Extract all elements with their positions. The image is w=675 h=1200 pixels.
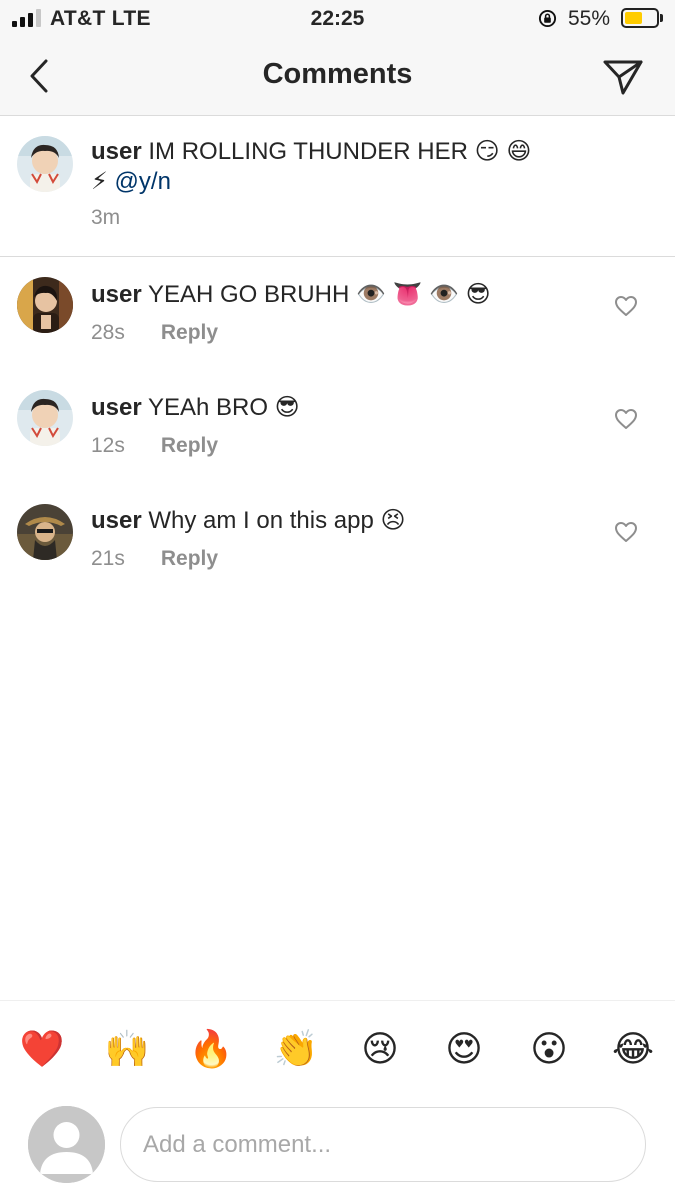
avatar[interactable] — [17, 504, 73, 560]
comment-item: user Why am I on this app 😣 21s Reply — [0, 483, 675, 596]
like-heart-icon[interactable] — [614, 521, 638, 543]
comment-text: user Why am I on this app 😣 — [91, 506, 601, 536]
emoji-surprised-button[interactable]: 😮 — [526, 1027, 572, 1073]
mention-link[interactable]: @y/n — [115, 168, 171, 195]
emoji-heart-button[interactable]: ❤️ — [19, 1027, 65, 1073]
comment-meta: 12s Reply — [91, 434, 218, 458]
username[interactable]: user — [91, 138, 142, 165]
emoji-crying-button[interactable]: 😢 — [357, 1027, 403, 1073]
like-heart-icon[interactable] — [614, 408, 638, 430]
comment-meta: 28s Reply — [91, 321, 218, 345]
lightning-emoji: ⚡ — [91, 168, 115, 195]
battery-icon — [621, 8, 659, 28]
comment-text: user YEAh BRO 😎 — [91, 393, 601, 423]
emoji-fire-button[interactable]: 🔥 — [188, 1027, 234, 1073]
page-title: Comments — [262, 58, 413, 90]
battery-percentage: 55% — [568, 7, 611, 30]
username[interactable]: user — [91, 281, 142, 308]
username[interactable]: user — [91, 507, 142, 534]
emoji-reaction-bar: ❤️ 🙌 🔥 👏 😢 😍 😮 😂 — [0, 1000, 675, 1090]
send-button[interactable] — [600, 53, 646, 99]
comment-meta: 21s Reply — [91, 547, 218, 571]
timestamp: 21s — [91, 547, 125, 570]
reply-button[interactable]: Reply — [161, 434, 218, 457]
timestamp: 28s — [91, 321, 125, 344]
caption-text: user IM ROLLING THUNDER HER 😏 😄 ⚡ @y/n — [91, 137, 611, 197]
status-bar: AT&T LTE 22:25 55% — [0, 0, 675, 38]
timestamp: 3m — [91, 206, 121, 229]
reply-button[interactable]: Reply — [161, 547, 218, 570]
timestamp: 12s — [91, 434, 125, 457]
emoji-clapping-button[interactable]: 👏 — [273, 1027, 319, 1073]
caption-line-1: IM ROLLING THUNDER HER 😏 😄 — [141, 138, 532, 165]
comment-body: YEAh BRO 😎 — [141, 394, 300, 421]
add-comment-input[interactable] — [120, 1107, 646, 1182]
reply-button[interactable]: Reply — [161, 321, 218, 344]
username[interactable]: user — [91, 394, 142, 421]
avatar[interactable] — [17, 136, 73, 192]
comment-body: YEAH GO BRUHH 👁️ 👅 👁️ 😎 — [141, 281, 491, 308]
avatar[interactable] — [17, 390, 73, 446]
caption: user IM ROLLING THUNDER HER 😏 😄 ⚡ @y/n 3… — [0, 116, 675, 256]
current-user-avatar — [28, 1106, 105, 1183]
emoji-heart-eyes-button[interactable]: 😍 — [441, 1027, 487, 1073]
comment-body: Why am I on this app 😣 — [141, 507, 406, 534]
caption-meta: 3m — [91, 206, 120, 230]
navigation-bar: Comments — [0, 38, 675, 116]
avatar[interactable] — [17, 277, 73, 333]
emoji-raised-hands-button[interactable]: 🙌 — [104, 1027, 150, 1073]
emoji-laughing-button[interactable]: 😂 — [610, 1027, 656, 1073]
comment-text: user YEAH GO BRUHH 👁️ 👅 👁️ 😎 — [91, 280, 601, 310]
orientation-lock-icon — [538, 9, 557, 28]
comment-item: user YEAH GO BRUHH 👁️ 👅 👁️ 😎 28s Reply — [0, 257, 675, 370]
comment-item: user YEAh BRO 😎 12s Reply — [0, 370, 675, 483]
battery-nub — [660, 14, 663, 22]
like-heart-icon[interactable] — [614, 295, 638, 317]
